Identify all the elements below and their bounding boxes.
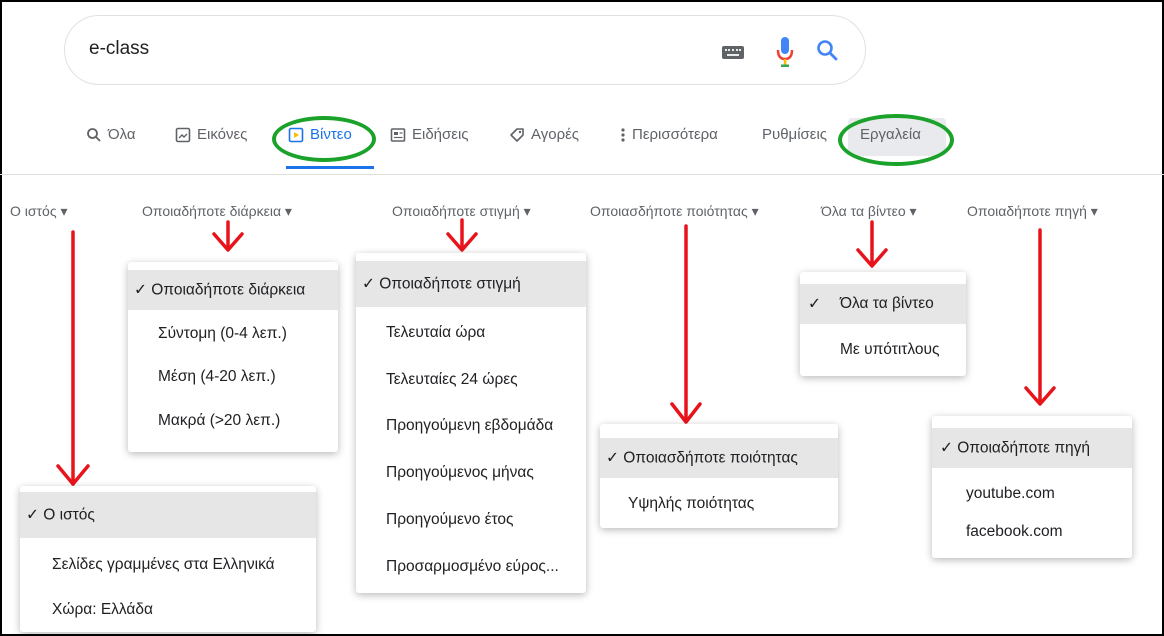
filter-quality[interactable]: Οποιασδήποτε ποιότητας ▾ (590, 203, 759, 220)
filter-language[interactable]: Ο ιστός ▾ (10, 203, 68, 220)
tab-news[interactable]: Ειδήσεις (390, 126, 469, 143)
quality-menu: ✓ Οποιασδήποτε ποιότητας Υψηλής ποιότητα… (600, 424, 838, 528)
keyboard-icon[interactable] (722, 46, 744, 59)
filter-time[interactable]: Οποιαδήποτε στιγμή ▾ (392, 203, 531, 220)
tab-label: Όλα (108, 126, 136, 143)
tag-icon (510, 127, 524, 142)
news-icon (390, 127, 406, 142)
active-tab-indicator (286, 166, 374, 169)
videos-menu: ✓ Όλα τα βίντεο Με υπότιτλους (800, 272, 966, 376)
time-menu: ✓ Οποιαδήποτε στιγμή Τελευταία ώρα Τελευ… (356, 253, 586, 593)
menu-item[interactable]: ✓ Οποιαδήποτε διάρκεια (128, 270, 338, 310)
menu-item[interactable]: ✓ Ο ιστός (20, 492, 316, 538)
web-menu: ✓ Ο ιστός Σελίδες γραμμένες στα Ελληνικά… (20, 486, 316, 632)
menu-item[interactable]: ✓ Οποιασδήποτε ποιότητας (600, 438, 838, 478)
tab-label: Αγορές (531, 126, 580, 143)
menu-item[interactable]: ✓ Όλα τα βίντεο (800, 284, 966, 324)
menu-item[interactable]: Σύντομη (0-4 λεπ.) (128, 314, 338, 354)
search-icon (87, 127, 101, 142)
tab-more[interactable]: Περισσότερα (620, 126, 718, 143)
highlight-ring-tools (838, 114, 954, 166)
toolbar-divider (0, 174, 1164, 175)
tab-label: Ειδήσεις (412, 126, 469, 143)
highlight-ring-videos (272, 116, 376, 162)
tab-settings[interactable]: Ρυθμίσεις (762, 126, 827, 143)
menu-item[interactable]: Υψηλής ποιότητας (600, 484, 838, 524)
menu-item[interactable]: Με υπότιτλους (800, 330, 966, 370)
filter-source[interactable]: Οποιαδήποτε πηγή ▾ (967, 203, 1098, 220)
menu-item[interactable]: Μέση (4-20 λεπ.) (128, 357, 338, 397)
tab-all[interactable]: Όλα (86, 126, 136, 143)
menu-item[interactable]: youtube.com (932, 476, 1132, 512)
menu-item[interactable]: Μακρά (>20 λεπ.) (128, 401, 338, 441)
check-icon: ✓ (808, 295, 821, 313)
tab-label: Περισσότερα (632, 126, 718, 143)
tab-shopping[interactable]: Αγορές (509, 126, 579, 143)
menu-item[interactable]: Προηγούμενο έτος (356, 497, 586, 543)
menu-item[interactable]: Προσαρμοσμένο εύρος... (356, 544, 586, 590)
image-icon (175, 127, 191, 142)
search-box[interactable]: e-class (64, 15, 866, 85)
menu-item[interactable]: Προηγούμενη εβδομάδα (356, 403, 586, 449)
menu-item[interactable]: Τελευταία ώρα (356, 310, 586, 356)
tab-images[interactable]: Εικόνες (175, 126, 247, 143)
search-query[interactable]: e-class (89, 38, 149, 60)
menu-item[interactable]: Τελευταίες 24 ώρες (356, 357, 586, 403)
menu-item[interactable]: Προηγούμενος μήνας (356, 450, 586, 496)
source-menu: ✓ Οποιαδήποτε πηγή youtube.com facebook.… (932, 416, 1132, 558)
tab-label: Εικόνες (197, 126, 248, 143)
mic-icon[interactable] (776, 36, 794, 68)
search-icon[interactable] (815, 38, 839, 62)
filter-duration[interactable]: Οποιαδήποτε διάρκεια ▾ (142, 203, 292, 220)
menu-item[interactable]: Σελίδες γραμμένες στα Ελληνικά (20, 542, 316, 588)
search-tabs: Όλα Εικόνες Βίντεο Ειδήσεις Αγορές Περισ… (0, 126, 1164, 152)
more-vert-icon (621, 127, 625, 142)
filter-videos[interactable]: Όλα τα βίντεο ▾ (821, 203, 917, 220)
duration-menu: ✓ Οποιαδήποτε διάρκεια Σύντομη (0-4 λεπ.… (128, 262, 338, 452)
menu-item[interactable]: facebook.com (932, 514, 1132, 550)
menu-item[interactable]: Χώρα: Ελλάδα (20, 588, 316, 632)
menu-item[interactable]: ✓ Οποιαδήποτε πηγή (932, 428, 1132, 468)
menu-item[interactable]: ✓ Οποιαδήποτε στιγμή (356, 261, 586, 307)
tab-label: Ρυθμίσεις (762, 126, 828, 143)
